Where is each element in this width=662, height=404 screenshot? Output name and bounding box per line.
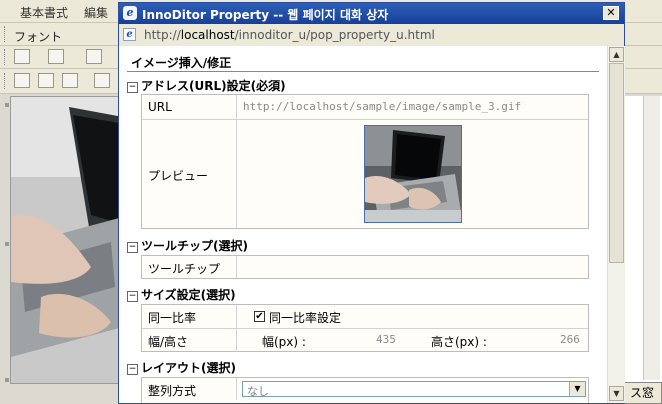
layout-table: 整列方式 なし ▼ bbox=[141, 377, 589, 403]
preview-image bbox=[364, 125, 462, 223]
height-label: 高さ(px) : bbox=[431, 335, 487, 349]
dialog-titlebar[interactable]: e InnoDitor Property -- 웹 페이지 대화 상자 ✕ bbox=[119, 3, 624, 24]
copy-icon[interactable] bbox=[38, 73, 54, 88]
close-icon: ✕ bbox=[606, 6, 616, 19]
table-row-tooltip: ツールチップ bbox=[142, 256, 588, 278]
section-address-heading[interactable]: − アドレス(URL)設定(必須) bbox=[127, 77, 286, 94]
toolbar-grip[interactable] bbox=[4, 73, 8, 89]
font-label: フォント bbox=[14, 30, 63, 44]
cut-icon[interactable] bbox=[14, 73, 30, 88]
address-table: URL http://localhost/sample/image/sample… bbox=[141, 94, 589, 229]
size-table: 同一比率 ✔ 同一比率設定 幅/高さ 幅(px) : 435 高さ(px) : … bbox=[141, 304, 589, 352]
ie-logo-icon: e bbox=[123, 6, 137, 20]
same-ratio-checkbox[interactable]: ✔ bbox=[254, 311, 265, 322]
table-row-preview: プレビュー bbox=[142, 120, 588, 229]
table-row-url: URL http://localhost/sample/image/sample… bbox=[142, 95, 588, 120]
tooltip-label: ツールチップ bbox=[148, 262, 221, 276]
dimensions-label: 幅/高さ bbox=[148, 335, 189, 349]
collapse-toggle-icon[interactable]: − bbox=[127, 364, 138, 375]
collapse-toggle-icon[interactable]: − bbox=[127, 291, 138, 302]
handle-mark bbox=[5, 103, 9, 107]
checkmark-icon: ✔ bbox=[255, 311, 264, 322]
height-input[interactable]: 266 bbox=[560, 333, 580, 346]
tooltip-table: ツールチップ bbox=[141, 255, 589, 279]
section-tooltip-heading[interactable]: − ツールチップ(選択) bbox=[127, 237, 248, 254]
dialog-title: InnoDitor Property -- 웹 페이지 대화 상자 bbox=[142, 8, 389, 22]
section-size-heading[interactable]: − サイズ設定(選択) bbox=[127, 286, 236, 303]
width-label: 幅(px) : bbox=[262, 335, 306, 349]
page-title: イメージ挿入/修正 bbox=[131, 56, 232, 70]
same-ratio-checkbox-label[interactable]: 同一比率設定 bbox=[269, 309, 341, 326]
table-insert-button[interactable] bbox=[14, 49, 30, 64]
page-icon: e bbox=[123, 28, 136, 41]
collapse-toggle-icon[interactable]: − bbox=[127, 242, 138, 253]
paste-special-icon[interactable] bbox=[94, 73, 110, 88]
ratio-label: 同一比率 bbox=[148, 311, 197, 325]
address-url: http://localhost/innoditor_u/pop_propert… bbox=[144, 28, 435, 42]
table-row-align: 整列方式 なし ▼ bbox=[142, 378, 588, 400]
width-input[interactable]: 435 bbox=[376, 333, 396, 346]
scrollbar-thumb[interactable] bbox=[609, 63, 624, 263]
toolbar-grip[interactable] bbox=[4, 26, 8, 42]
toolbar-grip[interactable] bbox=[4, 49, 8, 65]
tooltip-input[interactable] bbox=[243, 260, 583, 274]
scroll-down-arrow-icon[interactable]: ▼ bbox=[609, 386, 624, 401]
dialog-address-bar: e http://localhost/innoditor_u/pop_prope… bbox=[119, 24, 624, 47]
menu-item-basic-format[interactable]: 基本書式 bbox=[20, 4, 68, 21]
table-row-dimensions: 幅/高さ 幅(px) : 435 高さ(px) : 266 bbox=[142, 329, 588, 352]
indent-button[interactable] bbox=[86, 49, 102, 64]
dialog-content: イメージ挿入/修正 − アドレス(URL)設定(必須) URL http://lo… bbox=[119, 46, 607, 403]
laptop-photo bbox=[11, 97, 123, 383]
close-button[interactable]: ✕ bbox=[603, 6, 619, 20]
url-label: URL bbox=[148, 100, 172, 114]
editor-scrollbar[interactable] bbox=[643, 96, 660, 380]
handle-mark bbox=[5, 242, 9, 246]
property-dialog: e InnoDitor Property -- 웹 페이지 대화 상자 ✕ e … bbox=[118, 2, 625, 404]
align-select[interactable]: なし ▼ bbox=[242, 381, 586, 398]
menu-item-edit[interactable]: 編集 bbox=[84, 4, 108, 21]
title-divider bbox=[127, 71, 599, 72]
section-layout-heading[interactable]: − レイアウト(選択) bbox=[127, 359, 236, 376]
align-select-value: なし bbox=[247, 385, 269, 398]
editor-content-area[interactable] bbox=[10, 96, 124, 384]
preview-label: プレビュー bbox=[148, 169, 209, 183]
url-value[interactable]: http://localhost/sample/image/sample_3.g… bbox=[243, 100, 521, 113]
scroll-up-arrow-icon[interactable]: ▲ bbox=[609, 47, 624, 62]
collapse-toggle-icon[interactable]: − bbox=[127, 82, 138, 93]
paste-icon[interactable] bbox=[62, 73, 78, 88]
table-row-ratio: 同一比率 ✔ 同一比率設定 bbox=[142, 305, 588, 329]
dialog-scrollbar[interactable]: ▲ ▼ bbox=[607, 46, 625, 403]
handle-mark bbox=[5, 378, 9, 382]
corner-button[interactable]: ス窓 bbox=[622, 382, 662, 404]
dropdown-arrow-icon[interactable]: ▼ bbox=[569, 382, 585, 396]
text-box-button[interactable] bbox=[48, 49, 64, 64]
align-label: 整列方式 bbox=[148, 384, 197, 398]
